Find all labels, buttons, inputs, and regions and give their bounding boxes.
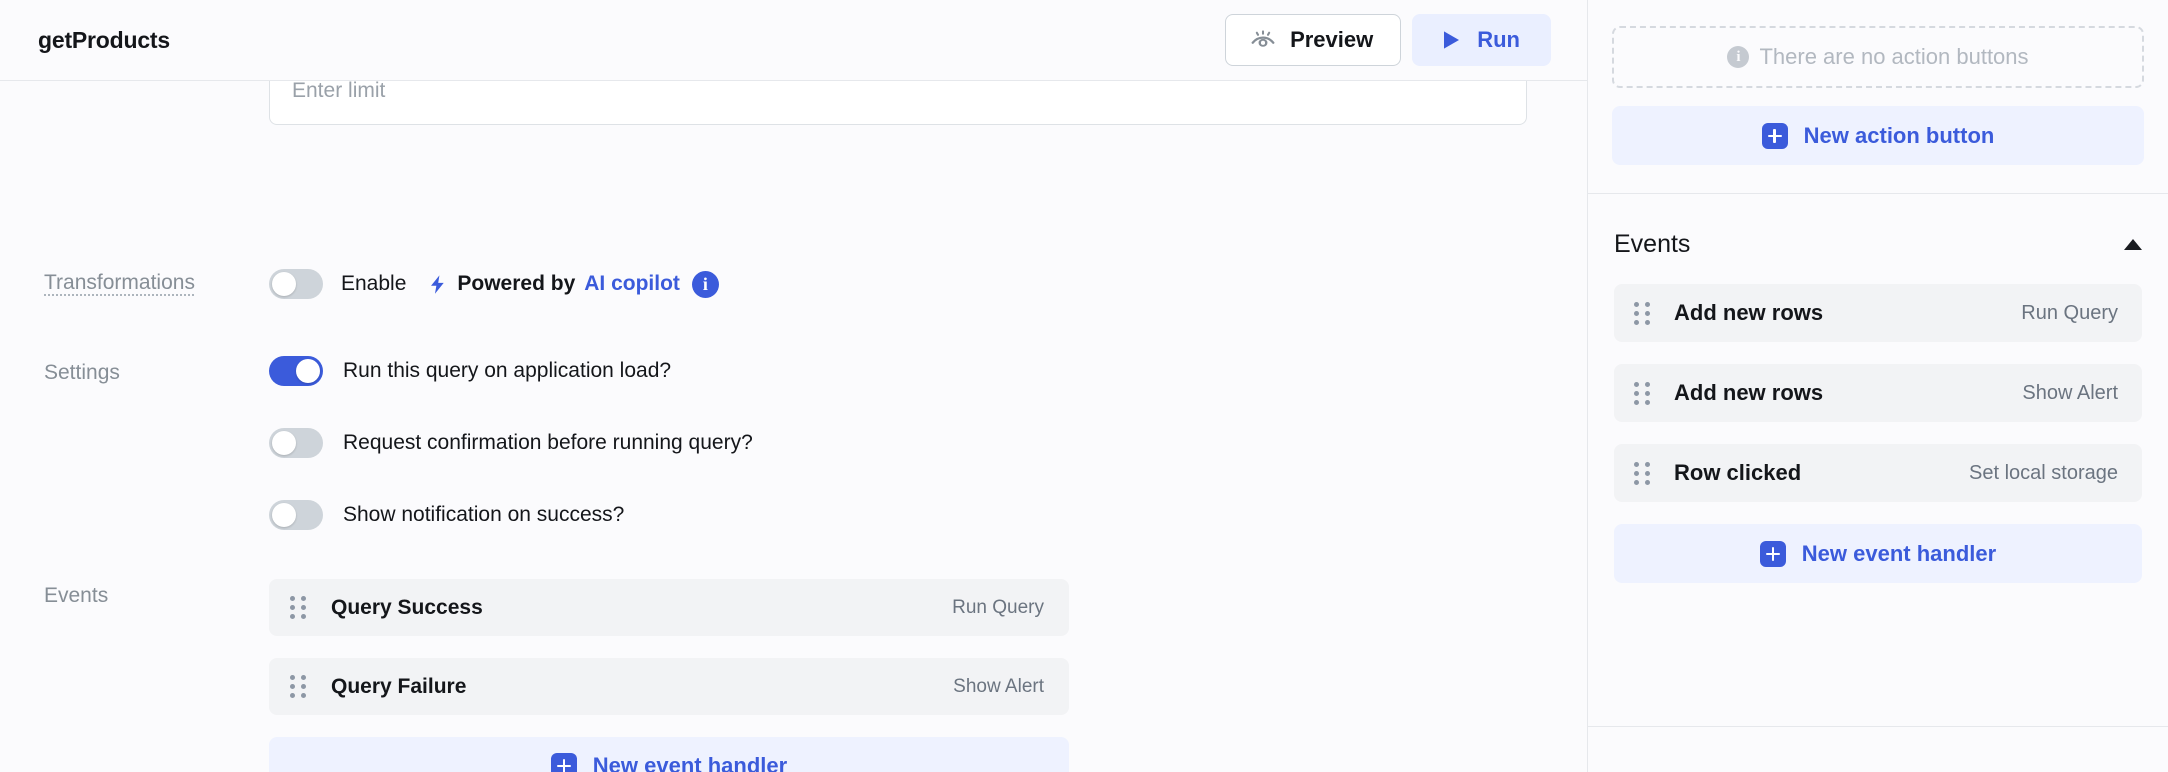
inspector-panel: i There are no action buttons New action… [1588, 0, 2168, 772]
query-main-panel: getProducts Preview Run Enter limit Tran… [0, 0, 1588, 772]
event-action: Show Alert [953, 675, 1044, 697]
query-editor-screen: getProducts Preview Run Enter limit Tran… [0, 0, 2168, 772]
run-button[interactable]: Run [1412, 14, 1551, 66]
panel-events-title: Events [1614, 229, 1691, 258]
transformations-content: Enable Powered by AI copilot i [269, 266, 1587, 302]
event-name: Query Success [331, 595, 483, 619]
setting-label: Request confirmation before running quer… [343, 431, 753, 454]
event-name: Row clicked [1674, 460, 1802, 485]
event-action: Run Query [952, 596, 1044, 618]
ai-copilot-link[interactable]: AI copilot [584, 272, 680, 296]
events-list: Query Success Run Query Query Failure Sh… [269, 579, 1069, 772]
panel-new-event-handler-label: New event handler [1801, 540, 1997, 566]
chevron-up-icon[interactable] [2124, 238, 2142, 250]
empty-state-text: There are no action buttons [1759, 44, 2029, 69]
event-action: Show Alert [2022, 381, 2118, 404]
info-icon: i [1727, 46, 1750, 68]
new-event-handler-button[interactable]: New event handler [269, 737, 1069, 772]
event-name: Query Failure [331, 674, 467, 698]
query-settings-body: Limit Transformations Enable [0, 57, 1587, 772]
transformations-row: Transformations Enable Powered by AI cop… [0, 266, 1587, 302]
play-icon [1439, 28, 1463, 52]
transformations-label: Transformations [44, 271, 195, 294]
event-action: Set local storage [1969, 461, 2118, 484]
run-on-load-toggle[interactable] [269, 356, 323, 386]
powered-by-label: Powered by [457, 272, 576, 295]
panel-events-header[interactable]: Events [1614, 224, 2142, 264]
plus-icon [1761, 122, 1788, 149]
settings-row: Settings Run this query on application l… [0, 356, 1587, 530]
drag-handle-icon[interactable] [1634, 381, 1650, 405]
event-action: Run Query [2021, 301, 2118, 324]
events-content: Query Success Run Query Query Failure Sh… [269, 579, 1587, 772]
settings-label: Settings [44, 361, 120, 384]
settings-content: Run this query on application load? Requ… [269, 356, 1587, 530]
toggle-knob [272, 431, 296, 455]
new-action-button-label: New action button [1803, 122, 1995, 148]
preview-button-label: Preview [1290, 27, 1374, 52]
setting-label: Show notification on success? [343, 503, 625, 526]
request-confirmation-toggle[interactable] [269, 428, 323, 458]
eye-icon [1250, 27, 1276, 53]
list-item[interactable]: Add new rows Show Alert [1614, 364, 2142, 422]
query-header: getProducts Preview Run [0, 0, 1587, 81]
transformations-enable-label: Enable [341, 272, 407, 295]
info-icon[interactable]: i [691, 270, 719, 298]
transformations-toggle[interactable] [269, 269, 323, 299]
setting-label: Run this query on application load? [343, 359, 672, 382]
drag-handle-icon[interactable] [1634, 461, 1650, 485]
panel-events-section: Events Add new rows Run Query Add new ro… [1588, 194, 2168, 583]
plus-icon [550, 752, 577, 772]
table-row[interactable]: Query Failure Show Alert [269, 658, 1069, 715]
new-action-button[interactable]: New action button [1612, 106, 2144, 165]
page-title: getProducts [38, 26, 170, 53]
table-row[interactable]: Query Success Run Query [269, 579, 1069, 636]
header-actions: Preview Run [1225, 14, 1551, 66]
preview-button[interactable]: Preview [1225, 14, 1402, 66]
plus-icon [1759, 540, 1786, 567]
events-label: Events [44, 584, 109, 607]
toggle-knob [296, 359, 320, 383]
action-buttons-empty-state: i There are no action buttons [1612, 26, 2144, 88]
action-buttons-section: i There are no action buttons New action… [1588, 0, 2168, 194]
drag-handle-icon[interactable] [290, 596, 306, 619]
drag-handle-icon[interactable] [1634, 301, 1650, 325]
setting-request-confirmation: Request confirmation before running quer… [269, 428, 1587, 458]
show-notification-toggle[interactable] [269, 500, 323, 530]
panel-bottom-divider [1588, 726, 2168, 727]
list-item[interactable]: Add new rows Run Query [1614, 284, 2142, 342]
list-item[interactable]: Row clicked Set local storage [1614, 444, 2142, 502]
ai-copilot-note: Powered by AI copilot i [427, 270, 719, 298]
events-row: Events Query Success Run Query Query Fai… [0, 579, 1587, 772]
new-event-handler-label: New event handler [592, 752, 788, 772]
event-name: Add new rows [1674, 380, 1824, 405]
run-button-label: Run [1477, 27, 1520, 52]
setting-show-notification: Show notification on success? [269, 500, 1587, 530]
drag-handle-icon[interactable] [290, 675, 306, 698]
event-name: Add new rows [1674, 300, 1824, 325]
lightning-bolt-icon [427, 273, 448, 296]
toggle-knob [272, 272, 296, 296]
panel-new-event-handler-button[interactable]: New event handler [1614, 524, 2142, 583]
toggle-knob [272, 503, 296, 527]
setting-run-on-load: Run this query on application load? [269, 356, 1587, 386]
